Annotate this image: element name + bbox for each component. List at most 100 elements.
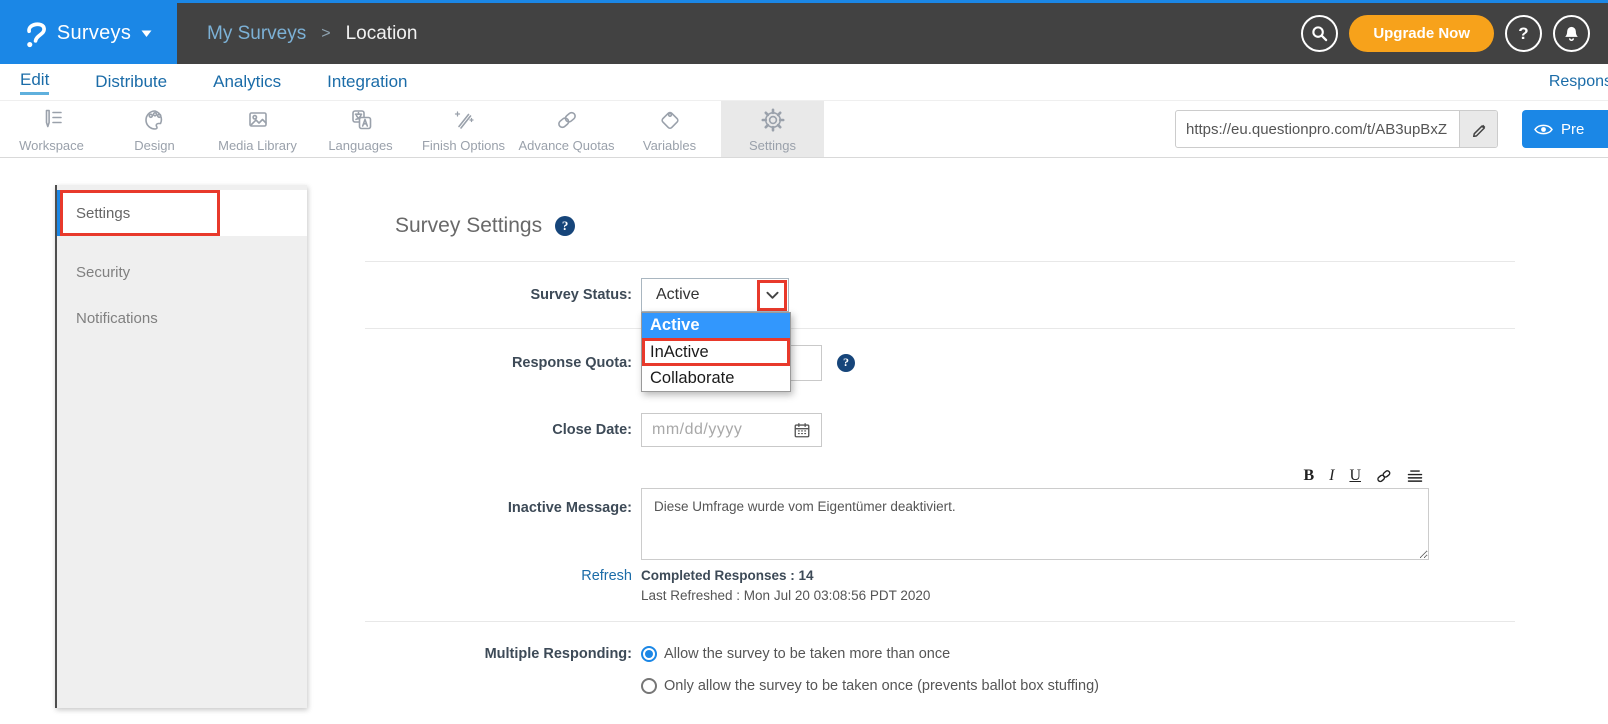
radio-label: Only allow the survey to be taken once (… xyxy=(664,678,1099,694)
page-title-row: Survey Settings ? xyxy=(395,214,575,238)
tab-analytics[interactable]: Analytics xyxy=(213,72,281,92)
sidebar-item-settings[interactable]: Settings xyxy=(57,190,307,236)
survey-status-row: Survey Status: Active Active InActive xyxy=(365,261,1515,329)
survey-status-dropdown: Active InActive Collaborate xyxy=(641,312,791,392)
responses-summary-row: Refresh Completed Responses : 14 Last Re… xyxy=(365,568,1515,603)
calendar-icon[interactable] xyxy=(793,421,811,439)
response-quota-label: Response Quota: xyxy=(365,355,632,371)
product-name: Surveys xyxy=(57,22,131,45)
bold-button[interactable]: B xyxy=(1303,468,1314,484)
breadcrumb: My Surveys > Location xyxy=(207,23,417,45)
product-switcher[interactable]: Surveys xyxy=(0,3,177,64)
align-icon[interactable] xyxy=(1407,469,1423,483)
pencil-icon xyxy=(1471,121,1487,137)
tab-edit[interactable]: Edit xyxy=(20,70,49,95)
edit-url-button[interactable] xyxy=(1459,111,1497,147)
sidebar-item-label: Notifications xyxy=(76,310,158,327)
sidebar-item-notifications[interactable]: Notifications xyxy=(57,295,307,341)
notifications-button[interactable] xyxy=(1553,15,1590,52)
breadcrumb-my-surveys[interactable]: My Surveys xyxy=(207,23,306,45)
text-format-toolbar: B I U xyxy=(641,464,1429,488)
survey-status-label: Survey Status: xyxy=(365,287,632,303)
survey-url-field: https://eu.questionpro.com/t/AB3upBxZ xyxy=(1175,110,1498,148)
help-button[interactable]: ? xyxy=(1505,15,1542,52)
refresh-link[interactable]: Refresh xyxy=(581,568,632,584)
multiple-responding-label: Multiple Responding: xyxy=(365,646,632,662)
radio-selected-icon[interactable] xyxy=(641,646,657,662)
survey-status-select[interactable]: Active xyxy=(641,278,789,312)
radio-unselected-icon[interactable] xyxy=(641,678,657,694)
survey-settings-form: Survey Status: Active Active InActive xyxy=(365,261,1515,710)
image-icon xyxy=(243,105,273,135)
gear-icon xyxy=(758,105,788,135)
translate-icon xyxy=(346,105,376,135)
link-icon[interactable] xyxy=(1376,469,1392,483)
sidebar-item-security[interactable]: Security xyxy=(57,249,307,295)
toolbar-item-variables[interactable]: Variables xyxy=(618,101,721,157)
dropdown-option-active[interactable]: Active xyxy=(642,313,790,338)
responses-link[interactable]: Respons xyxy=(1549,73,1608,91)
toolbar-item-settings[interactable]: Settings xyxy=(721,101,824,157)
wand-icon xyxy=(449,105,479,135)
toolbar-label: Finish Options xyxy=(422,138,505,153)
toolbar-label: Settings xyxy=(749,138,796,153)
completed-responses-text: Completed Responses : 14 xyxy=(641,568,814,583)
toolbar-item-workspace[interactable]: Workspace xyxy=(0,101,103,157)
close-date-placeholder: mm/dd/yyyy xyxy=(652,421,742,439)
palette-icon xyxy=(140,105,170,135)
preview-button[interactable]: Pre xyxy=(1522,110,1608,148)
inactive-message-textarea[interactable]: Diese Umfrage wurde vom Eigentümer deakt… xyxy=(641,488,1429,560)
toolbar-item-languages[interactable]: Languages xyxy=(309,101,412,157)
workspace-icon xyxy=(37,105,67,135)
upgrade-now-button[interactable]: Upgrade Now xyxy=(1349,15,1494,52)
chevron-down-icon xyxy=(141,30,152,38)
close-date-label: Close Date: xyxy=(365,422,632,438)
radio-option-allow-multiple[interactable]: Allow the survey to be taken more than o… xyxy=(641,646,950,662)
dropdown-option-collaborate[interactable]: Collaborate xyxy=(642,366,790,391)
multiple-responding-row: Multiple Responding: Allow the survey to… xyxy=(365,621,1515,710)
dropdown-option-inactive[interactable]: InActive xyxy=(642,338,790,366)
survey-url-input[interactable]: https://eu.questionpro.com/t/AB3upBxZ xyxy=(1176,111,1459,147)
close-date-input[interactable]: mm/dd/yyyy xyxy=(641,413,822,447)
questionpro-logo-icon xyxy=(25,19,47,49)
settings-sidebar: Settings Security Notifications xyxy=(55,185,307,708)
preview-label: Pre xyxy=(1561,121,1584,138)
annotation-box-select-chevron xyxy=(757,280,787,311)
edit-toolbar: Workspace Design Media Library Languag xyxy=(0,101,1608,158)
sidebar-item-label: Security xyxy=(76,264,130,281)
last-refreshed-text: Last Refreshed : Mon Jul 20 03:08:56 PDT… xyxy=(641,588,930,603)
toolbar-label: Variables xyxy=(643,138,696,153)
tab-distribute[interactable]: Distribute xyxy=(95,72,167,92)
survey-nav-tabs: Edit Distribute Analytics Integration Re… xyxy=(0,64,1608,101)
underline-button[interactable]: U xyxy=(1349,468,1361,484)
radio-option-only-once[interactable]: Only allow the survey to be taken once (… xyxy=(641,678,1099,694)
search-button[interactable] xyxy=(1301,15,1338,52)
page-title: Survey Settings xyxy=(395,214,542,238)
top-header: Surveys My Surveys > Location Upgrade No… xyxy=(0,0,1608,64)
header-actions: Upgrade Now ? xyxy=(1301,15,1608,52)
tag-icon xyxy=(655,105,685,135)
radio-label: Allow the survey to be taken more than o… xyxy=(664,646,950,662)
inactive-message-label: Inactive Message: xyxy=(365,464,632,516)
toolbar-item-design[interactable]: Design xyxy=(103,101,206,157)
bell-icon xyxy=(1563,25,1580,43)
response-quota-help-icon[interactable]: ? xyxy=(837,354,855,372)
survey-settings-help-icon[interactable]: ? xyxy=(555,216,575,236)
toolbar-item-advance-quotas[interactable]: Advance Quotas xyxy=(515,101,618,157)
response-quota-row: Response Quota: ? xyxy=(365,329,1515,396)
eye-icon xyxy=(1534,123,1553,136)
toolbar-label: Design xyxy=(134,138,174,153)
tab-integration[interactable]: Integration xyxy=(327,72,407,92)
toolbar-label: Workspace xyxy=(19,138,84,153)
chevron-down-icon xyxy=(766,291,779,300)
toolbar-label: Languages xyxy=(328,138,392,153)
sidebar-item-label: Settings xyxy=(76,205,130,222)
italic-button[interactable]: I xyxy=(1329,468,1334,484)
toolbar-item-finish-options[interactable]: Finish Options xyxy=(412,101,515,157)
chain-icon xyxy=(552,105,582,135)
toolbar-item-media-library[interactable]: Media Library xyxy=(206,101,309,157)
help-icon: ? xyxy=(1518,24,1528,44)
breadcrumb-current: Location xyxy=(346,23,418,45)
toolbar-label: Media Library xyxy=(218,138,297,153)
toolbar-label: Advance Quotas xyxy=(518,138,614,153)
